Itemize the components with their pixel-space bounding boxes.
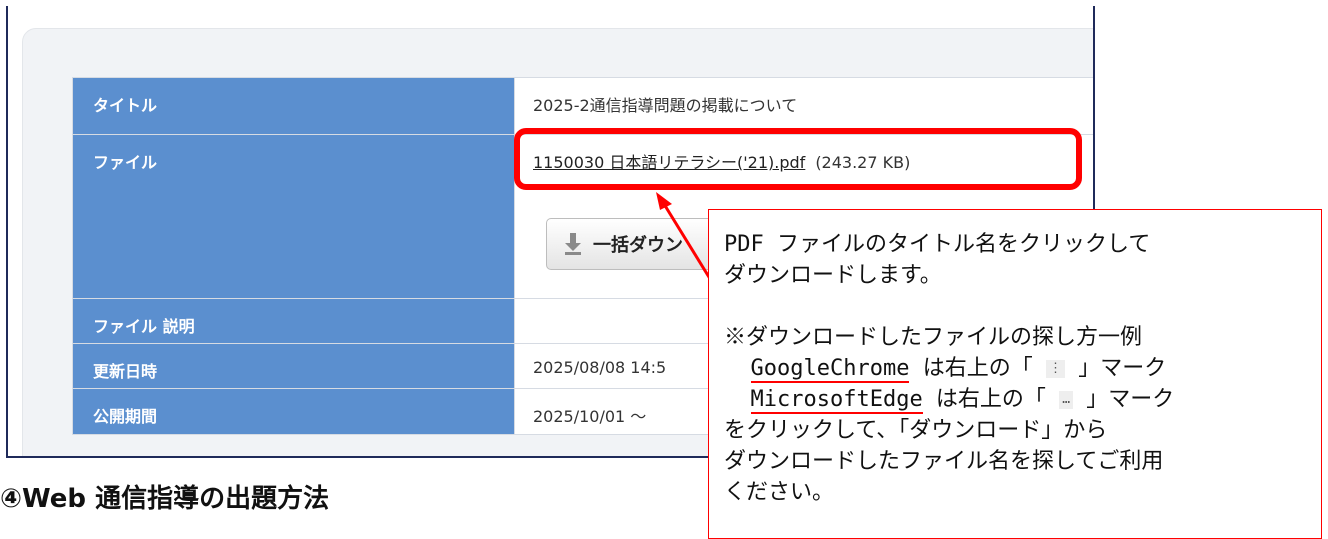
callout-text: は右上の「: [909, 356, 1046, 381]
chrome-name: GoogleChrome: [750, 356, 910, 383]
callout-line: ※ダウンロードしたファイルの探し方一例: [724, 325, 1143, 350]
ellipsis-menu-icon: …: [1059, 391, 1074, 409]
callout-text: は右上の「: [922, 387, 1060, 412]
callout-text: 」マーク: [1064, 356, 1167, 381]
edge-name: MicrosoftEdge: [750, 387, 923, 414]
instruction-callout: PDF ファイルのタイトル名をクリックして ダウンロードします。 ※ダウンロード…: [708, 209, 1322, 539]
callout-edge-line: MicrosoftEdge は右上の「 … 」マーク: [724, 384, 1321, 415]
callout-line: ダウンロードします。: [724, 263, 942, 288]
callout-line: ください。: [724, 480, 835, 505]
callout-blank: [724, 291, 1321, 322]
callout-line: ダウンロードしたファイル名を探してご利用: [724, 449, 1164, 474]
callout-line: をクリックして、「ダウンロード」から: [724, 418, 1108, 443]
callout-line: PDF ファイルのタイトル名をクリックして: [724, 232, 1151, 257]
callout-text: 」マーク: [1073, 387, 1175, 412]
callout-chrome-line: GoogleChrome は右上の「 ⋮ 」マーク: [724, 353, 1321, 384]
section-heading: ④Web 通信指導の出題方法: [0, 484, 330, 514]
kebab-menu-icon: ⋮: [1045, 360, 1065, 378]
